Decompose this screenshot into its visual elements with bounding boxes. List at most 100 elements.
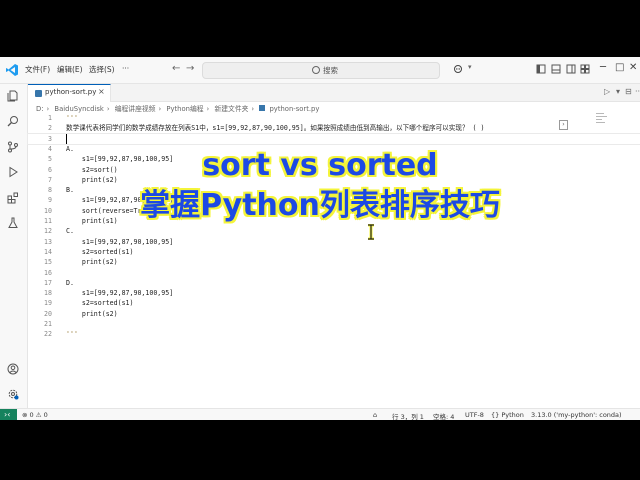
vscode-logo-icon [6, 64, 18, 76]
python-interpreter[interactable]: 3.13.0 ('my-python': conda) [531, 411, 622, 419]
minimize-button[interactable]: ─ [600, 62, 606, 73]
menu-edit[interactable]: 编辑(E) [57, 64, 83, 75]
vscode-window: 文件(F) 编辑(E) 选择(S) ··· ← → 搜索 ▾ ─ □ ✕ pyt… [0, 57, 640, 420]
copilot-icon[interactable] [453, 64, 463, 74]
code-line[interactable]: 17 D. [28, 278, 640, 288]
settings-gear-icon[interactable] [7, 388, 19, 400]
text-caret [66, 133, 67, 144]
breadcrumb-folder[interactable]: 新建文件夹 [214, 105, 248, 113]
inline-hint-icon[interactable]: › [559, 120, 568, 130]
notifications-bell-icon[interactable]: ⌂ [373, 411, 377, 419]
copilot-dropdown-icon[interactable]: ▾ [468, 63, 472, 71]
code-line[interactable]: 22 ''' [28, 329, 640, 339]
code-line[interactable]: 18 s1=[99,92,87,90,100,95] [28, 288, 640, 298]
line-number: 1 [48, 114, 52, 122]
line-number: 2 [48, 124, 52, 133]
line-number: 20 [44, 309, 52, 318]
problems-count[interactable]: ⊗ 0 ⚠ 0 [22, 411, 48, 419]
explorer-icon[interactable] [7, 90, 19, 102]
search-label: 搜索 [323, 66, 338, 75]
code-line[interactable]: 13 s1=[99,92,87,90,100,95] [28, 237, 640, 247]
video-title-line2: 掌握Python列表排序技巧 [140, 188, 500, 223]
search-sidebar-icon[interactable] [7, 115, 19, 127]
customize-layout-icon[interactable] [580, 64, 590, 74]
breadcrumb-drive[interactable]: D: [36, 105, 44, 113]
tab-python-sort[interactable]: python-sort.py × [28, 84, 111, 102]
tab-label: python-sort.py [45, 88, 97, 96]
menu-more[interactable]: ··· [122, 64, 129, 73]
toggle-secondary-sidebar-icon[interactable] [566, 64, 576, 74]
code-text: ''' [66, 114, 78, 122]
code-line[interactable]: 1 ''' [28, 113, 640, 123]
line-number: 3 [48, 134, 52, 143]
python-file-icon [35, 90, 42, 97]
text-cursor-ibeam-icon [368, 224, 374, 240]
code-line[interactable]: 21 [28, 319, 640, 329]
code-text: s1=[99,92,87,90,100,95] [66, 289, 174, 298]
code-line[interactable]: 2 数学课代表将同学们的数学成绩存放在列表S1中，s1=[99,92,87,90,… [28, 123, 640, 133]
toggle-sidebar-icon[interactable] [536, 64, 546, 74]
line-number: 19 [44, 299, 52, 308]
breadcrumb-folder[interactable]: BaiduSyncdisk [54, 105, 103, 113]
editor-tabs: python-sort.py × ▷ ▾ ⊟ ··· [28, 84, 640, 102]
line-number: 15 [44, 258, 52, 267]
toggle-panel-icon[interactable] [551, 64, 561, 74]
indentation[interactable]: 空格: 4 [433, 411, 454, 420]
split-editor-icon[interactable]: ⊟ [625, 87, 632, 96]
breadcrumb: D: › BaiduSyncdisk › 编程讲座视频 › Python编程 › 新建文… [36, 103, 322, 113]
close-button[interactable]: ✕ [629, 62, 637, 73]
forward-arrow-icon[interactable]: → [186, 63, 194, 74]
breadcrumb-separator-icon: › [106, 105, 110, 113]
line-number: 13 [44, 237, 52, 246]
breadcrumb-separator-icon: › [46, 105, 50, 113]
line-number: 12 [44, 227, 52, 236]
breadcrumb-separator-icon: › [251, 105, 255, 113]
line-number: 21 [44, 320, 52, 328]
cursor-position[interactable]: 行 3，列 1 [392, 411, 424, 420]
line-number: 16 [44, 268, 52, 277]
line-number: 14 [44, 247, 52, 256]
code-text: s1=[99,92,87,90,100,95] [66, 237, 174, 246]
code-text: s2=sorted(s1) [66, 299, 134, 308]
code-line[interactable]: 12 C. [28, 226, 640, 236]
code-line[interactable]: 15 print(s2) [28, 257, 640, 267]
menu-select[interactable]: 选择(S) [89, 64, 115, 75]
menu-file[interactable]: 文件(F) [25, 64, 50, 75]
code-line[interactable]: 16 [28, 268, 640, 278]
remote-indicator[interactable]: ›‹ [0, 409, 17, 420]
remote-icon: ›‹ [4, 410, 11, 419]
code-line[interactable]: 20 print(s2) [28, 309, 640, 319]
close-tab-icon[interactable]: × [98, 87, 105, 96]
minimap[interactable] [596, 113, 608, 133]
code-text: C. [66, 227, 74, 236]
back-arrow-icon[interactable]: ← [172, 63, 180, 74]
encoding[interactable]: UTF-8 [465, 411, 484, 419]
run-file-icon[interactable]: ▷ [604, 87, 610, 96]
status-bar: ›‹ ⊗ 0 ⚠ 0 ⌂ 行 3，列 1 空格: 4 UTF-8 {} Pyth… [0, 408, 640, 420]
activity-bar [0, 84, 28, 408]
breadcrumb-python-file-icon [259, 105, 266, 111]
more-actions-icon[interactable]: ··· [635, 87, 640, 96]
code-text: D. [66, 278, 74, 287]
video-title-line1: sort vs sorted [202, 148, 438, 183]
breadcrumb-file[interactable]: python-sort.py [269, 105, 319, 113]
line-number: 22 [44, 330, 52, 339]
line-number: 17 [44, 278, 52, 287]
breadcrumb-separator-icon: › [206, 105, 210, 113]
code-text: s2=sorted(s1) [66, 247, 134, 256]
account-icon[interactable] [7, 363, 19, 375]
language-mode[interactable]: {} Python [491, 411, 524, 419]
code-text: print(s2) [66, 258, 118, 267]
code-line[interactable]: 19 s2=sorted(s1) [28, 298, 640, 308]
breadcrumb-folder[interactable]: Python编程 [166, 105, 203, 113]
code-line[interactable]: 14 s2=sorted(s1) [28, 247, 640, 257]
run-dropdown-icon[interactable]: ▾ [616, 87, 620, 96]
maximize-button[interactable]: □ [615, 62, 624, 73]
code-text: ''' [66, 330, 78, 339]
code-text: 数学课代表将同学们的数学成绩存放在列表S1中，s1=[99,92,87,90,1… [66, 124, 485, 133]
code-line[interactable]: 3 [27, 132, 640, 145]
title-bar: 文件(F) 编辑(E) 选择(S) ··· ← → 搜索 ▾ ─ □ ✕ [0, 57, 640, 84]
command-search[interactable]: 搜索 [202, 62, 440, 79]
breadcrumb-folder[interactable]: 编程讲座视频 [115, 105, 156, 113]
search-icon [312, 66, 320, 74]
